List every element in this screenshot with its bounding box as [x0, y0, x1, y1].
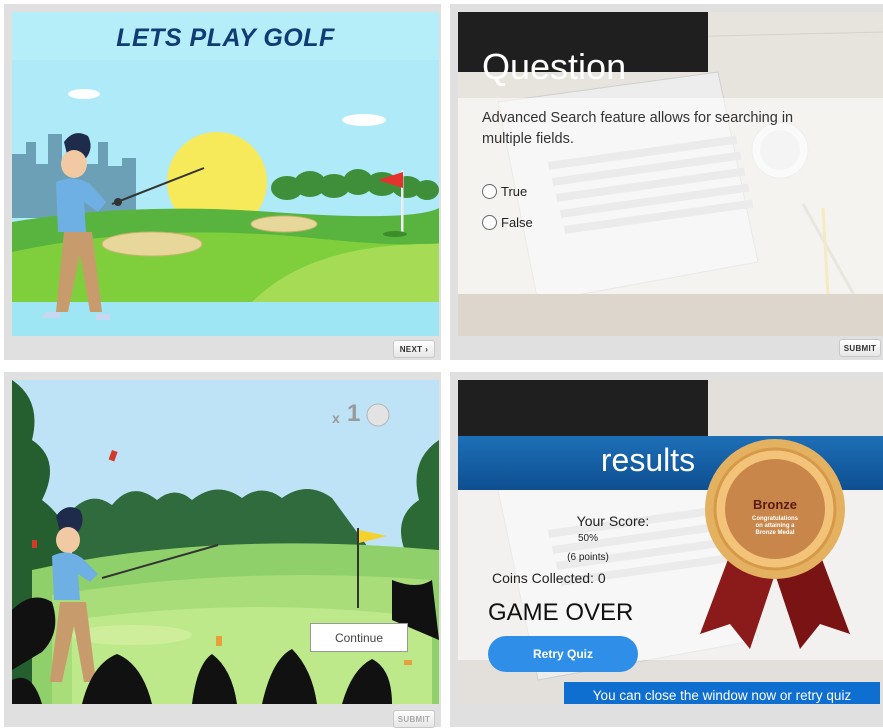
- medal-subtitle-line: Congratulations: [752, 516, 798, 522]
- intro-slide-panel: LETS PLAY GOLF NEXT ›: [4, 4, 441, 360]
- next-button[interactable]: NEXT ›: [393, 340, 435, 358]
- course-illustration: [12, 380, 439, 704]
- chevron-right-icon: ›: [425, 344, 429, 354]
- gameplay-panel: x 1 Continue SUBMIT: [4, 372, 441, 728]
- coins-collected: Coins Collected: 0: [492, 570, 606, 586]
- multiplier-symbol: x: [332, 410, 340, 426]
- score-percent: 50%: [577, 533, 598, 544]
- retry-quiz-button[interactable]: Retry Quiz: [488, 636, 638, 672]
- score-points: (6 points): [567, 552, 609, 563]
- medal-subtitle: Congratulations on attaining a Bronze Me…: [748, 516, 802, 537]
- question-text: Advanced Search feature allows for searc…: [482, 110, 794, 147]
- medal-title: Bronze: [752, 497, 798, 512]
- submit-button[interactable]: SUBMIT: [839, 339, 881, 357]
- question-slide-panel: Question Advanced Search feature allows …: [450, 4, 883, 360]
- game-over-text: GAME OVER: [488, 599, 634, 626]
- gameplay-stage: x 1 Continue: [12, 380, 439, 704]
- medal-subtitle-line: Bronze Medal: [755, 530, 795, 536]
- results-panel: results Bronze Congratulations on attain…: [450, 372, 883, 727]
- question-heading: Question: [482, 46, 627, 87]
- option-false[interactable]: False: [482, 215, 533, 230]
- radio-button[interactable]: [482, 215, 497, 230]
- ball-count: 1: [347, 400, 361, 427]
- next-label: NEXT: [399, 344, 423, 354]
- close-window-message: You can close the window now or retry qu…: [564, 682, 880, 704]
- medal-subtitle-line: on attaining a: [755, 523, 795, 529]
- option-label: True: [501, 184, 528, 199]
- score-label: Your Score:: [576, 513, 650, 529]
- bronze-medal-icon: [700, 439, 850, 649]
- option-label: False: [501, 215, 533, 230]
- continue-button[interactable]: Continue: [310, 623, 408, 652]
- golf-scene-illustration: [12, 12, 439, 336]
- results-stage: results Bronze Congratulations on attain…: [458, 380, 883, 704]
- game-title: LETS PLAY GOLF: [116, 24, 335, 52]
- submit-button[interactable]: SUBMIT: [393, 710, 435, 728]
- question-stage: Question Advanced Search feature allows …: [458, 12, 883, 336]
- radio-button[interactable]: [482, 184, 497, 199]
- intro-stage: LETS PLAY GOLF: [12, 12, 439, 336]
- option-true[interactable]: True: [482, 184, 527, 199]
